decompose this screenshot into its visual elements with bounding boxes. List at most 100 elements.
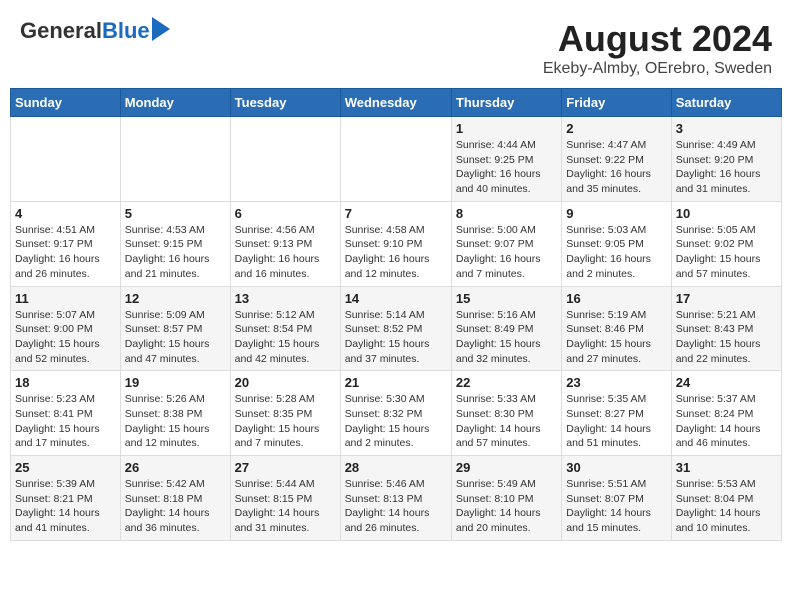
calendar-cell: 11 Sunrise: 5:07 AM Sunset: 9:00 PM Dayli… (11, 286, 121, 371)
day-number: 17 (676, 291, 777, 306)
calendar-cell: 19 Sunrise: 5:26 AM Sunset: 8:38 PM Dayli… (120, 371, 230, 456)
day-number: 1 (456, 121, 557, 136)
day-number: 23 (566, 375, 666, 390)
day-info: Sunrise: 5:03 AM Sunset: 9:05 PM Dayligh… (566, 223, 666, 282)
day-info: Sunrise: 5:46 AM Sunset: 8:13 PM Dayligh… (345, 477, 447, 536)
calendar-cell: 7 Sunrise: 4:58 AM Sunset: 9:10 PM Daylig… (340, 201, 451, 286)
day-info: Sunrise: 4:44 AM Sunset: 9:25 PM Dayligh… (456, 138, 557, 197)
calendar-cell: 16 Sunrise: 5:19 AM Sunset: 8:46 PM Dayli… (562, 286, 671, 371)
logo: GeneralBlue (20, 18, 170, 44)
calendar-cell: 3 Sunrise: 4:49 AM Sunset: 9:20 PM Daylig… (671, 117, 781, 202)
weekday-header-saturday: Saturday (671, 89, 781, 117)
calendar-week-row: 25Sunrise: 5:39 AM Sunset: 8:21 PM Dayli… (11, 456, 782, 541)
day-info: Sunrise: 5:49 AM Sunset: 8:10 PM Dayligh… (456, 477, 557, 536)
day-number: 2 (566, 121, 666, 136)
day-info: Sunrise: 5:12 AM Sunset: 8:54 PM Dayligh… (235, 308, 336, 367)
weekday-header-wednesday: Wednesday (340, 89, 451, 117)
calendar-cell: 13 Sunrise: 5:12 AM Sunset: 8:54 PM Dayli… (230, 286, 340, 371)
day-info: Sunrise: 5:37 AM Sunset: 8:24 PM Dayligh… (676, 392, 777, 451)
day-number: 9 (566, 206, 666, 221)
day-number: 8 (456, 206, 557, 221)
calendar-cell: 27 Sunrise: 5:44 AM Sunset: 8:15 PM Dayli… (230, 456, 340, 541)
page-header: GeneralBlue August 2024 Ekeby-Almby, OEr… (10, 10, 782, 82)
weekday-header-tuesday: Tuesday (230, 89, 340, 117)
calendar-cell: 12 Sunrise: 5:09 AM Sunset: 8:57 PM Dayli… (120, 286, 230, 371)
calendar-cell: 9 Sunrise: 5:03 AM Sunset: 9:05 PM Daylig… (562, 201, 671, 286)
logo-text: GeneralBlue (20, 18, 150, 44)
calendar-table: SundayMondayTuesdayWednesdayThursdayFrid… (10, 88, 782, 541)
calendar-cell: 24 Sunrise: 5:37 AM Sunset: 8:24 PM Dayli… (671, 371, 781, 456)
calendar-cell: 15 Sunrise: 5:16 AM Sunset: 8:49 PM Dayli… (451, 286, 561, 371)
day-info: Sunrise: 5:53 AM Sunset: 8:04 PM Dayligh… (676, 477, 777, 536)
day-number: 31 (676, 460, 777, 475)
day-number: 26 (125, 460, 226, 475)
day-info: Sunrise: 5:16 AM Sunset: 8:49 PM Dayligh… (456, 308, 557, 367)
day-info: Sunrise: 5:35 AM Sunset: 8:27 PM Dayligh… (566, 392, 666, 451)
calendar-cell: 29 Sunrise: 5:49 AM Sunset: 8:10 PM Dayli… (451, 456, 561, 541)
calendar-cell (11, 117, 121, 202)
day-info: Sunrise: 4:58 AM Sunset: 9:10 PM Dayligh… (345, 223, 447, 282)
day-number: 5 (125, 206, 226, 221)
day-info: Sunrise: 5:09 AM Sunset: 8:57 PM Dayligh… (125, 308, 226, 367)
day-info: Sunrise: 5:33 AM Sunset: 8:30 PM Dayligh… (456, 392, 557, 451)
day-info: Sunrise: 5:39 AM Sunset: 8:21 PM Dayligh… (15, 477, 116, 536)
day-info: Sunrise: 5:42 AM Sunset: 8:18 PM Dayligh… (125, 477, 226, 536)
day-info: Sunrise: 5:28 AM Sunset: 8:35 PM Dayligh… (235, 392, 336, 451)
day-number: 15 (456, 291, 557, 306)
day-number: 20 (235, 375, 336, 390)
calendar-cell: 2 Sunrise: 4:47 AM Sunset: 9:22 PM Daylig… (562, 117, 671, 202)
day-number: 21 (345, 375, 447, 390)
calendar-cell: 6Sunrise: 4:56 AM Sunset: 9:13 PM Daylig… (230, 201, 340, 286)
day-info: Sunrise: 5:30 AM Sunset: 8:32 PM Dayligh… (345, 392, 447, 451)
day-info: Sunrise: 5:00 AM Sunset: 9:07 PM Dayligh… (456, 223, 557, 282)
calendar-cell: 30Sunrise: 5:51 AM Sunset: 8:07 PM Dayli… (562, 456, 671, 541)
calendar-cell: 23 Sunrise: 5:35 AM Sunset: 8:27 PM Dayli… (562, 371, 671, 456)
day-number: 12 (125, 291, 226, 306)
calendar-cell: 1 Sunrise: 4:44 AM Sunset: 9:25 PM Daylig… (451, 117, 561, 202)
day-info: Sunrise: 5:44 AM Sunset: 8:15 PM Dayligh… (235, 477, 336, 536)
day-number: 6 (235, 206, 336, 221)
calendar-header-row: SundayMondayTuesdayWednesdayThursdayFrid… (11, 89, 782, 117)
calendar-cell: 5 Sunrise: 4:53 AM Sunset: 9:15 PM Daylig… (120, 201, 230, 286)
day-number: 22 (456, 375, 557, 390)
day-info: Sunrise: 4:51 AM Sunset: 9:17 PM Dayligh… (15, 223, 116, 282)
day-number: 30 (566, 460, 666, 475)
day-info: Sunrise: 4:53 AM Sunset: 9:15 PM Dayligh… (125, 223, 226, 282)
calendar-week-row: 1 Sunrise: 4:44 AM Sunset: 9:25 PM Daylig… (11, 117, 782, 202)
day-info: Sunrise: 5:07 AM Sunset: 9:00 PM Dayligh… (15, 308, 116, 367)
logo-arrow-icon (152, 17, 170, 41)
weekday-header-sunday: Sunday (11, 89, 121, 117)
day-number: 19 (125, 375, 226, 390)
day-number: 10 (676, 206, 777, 221)
calendar-cell: 28Sunrise: 5:46 AM Sunset: 8:13 PM Dayli… (340, 456, 451, 541)
day-number: 16 (566, 291, 666, 306)
day-info: Sunrise: 4:49 AM Sunset: 9:20 PM Dayligh… (676, 138, 777, 197)
day-number: 11 (15, 291, 116, 306)
day-info: Sunrise: 5:19 AM Sunset: 8:46 PM Dayligh… (566, 308, 666, 367)
day-number: 3 (676, 121, 777, 136)
calendar-cell: 22 Sunrise: 5:33 AM Sunset: 8:30 PM Dayli… (451, 371, 561, 456)
calendar-week-row: 18Sunrise: 5:23 AM Sunset: 8:41 PM Dayli… (11, 371, 782, 456)
calendar-cell (340, 117, 451, 202)
day-number: 7 (345, 206, 447, 221)
weekday-header-monday: Monday (120, 89, 230, 117)
day-number: 27 (235, 460, 336, 475)
day-number: 4 (15, 206, 116, 221)
day-info: Sunrise: 5:14 AM Sunset: 8:52 PM Dayligh… (345, 308, 447, 367)
day-number: 13 (235, 291, 336, 306)
calendar-cell: 10 Sunrise: 5:05 AM Sunset: 9:02 PM Dayli… (671, 201, 781, 286)
calendar-cell: 31 Sunrise: 5:53 AM Sunset: 8:04 PM Dayli… (671, 456, 781, 541)
day-info: Sunrise: 5:05 AM Sunset: 9:02 PM Dayligh… (676, 223, 777, 282)
calendar-cell: 14Sunrise: 5:14 AM Sunset: 8:52 PM Dayli… (340, 286, 451, 371)
calendar-week-row: 4 Sunrise: 4:51 AM Sunset: 9:17 PM Daylig… (11, 201, 782, 286)
title-block: August 2024 Ekeby-Almby, OErebro, Sweden (543, 18, 772, 78)
day-number: 29 (456, 460, 557, 475)
page-title: August 2024 (543, 18, 772, 60)
calendar-cell (230, 117, 340, 202)
calendar-cell: 25Sunrise: 5:39 AM Sunset: 8:21 PM Dayli… (11, 456, 121, 541)
day-number: 18 (15, 375, 116, 390)
day-number: 24 (676, 375, 777, 390)
day-info: Sunrise: 4:47 AM Sunset: 9:22 PM Dayligh… (566, 138, 666, 197)
calendar-cell: 17Sunrise: 5:21 AM Sunset: 8:43 PM Dayli… (671, 286, 781, 371)
day-info: Sunrise: 5:26 AM Sunset: 8:38 PM Dayligh… (125, 392, 226, 451)
